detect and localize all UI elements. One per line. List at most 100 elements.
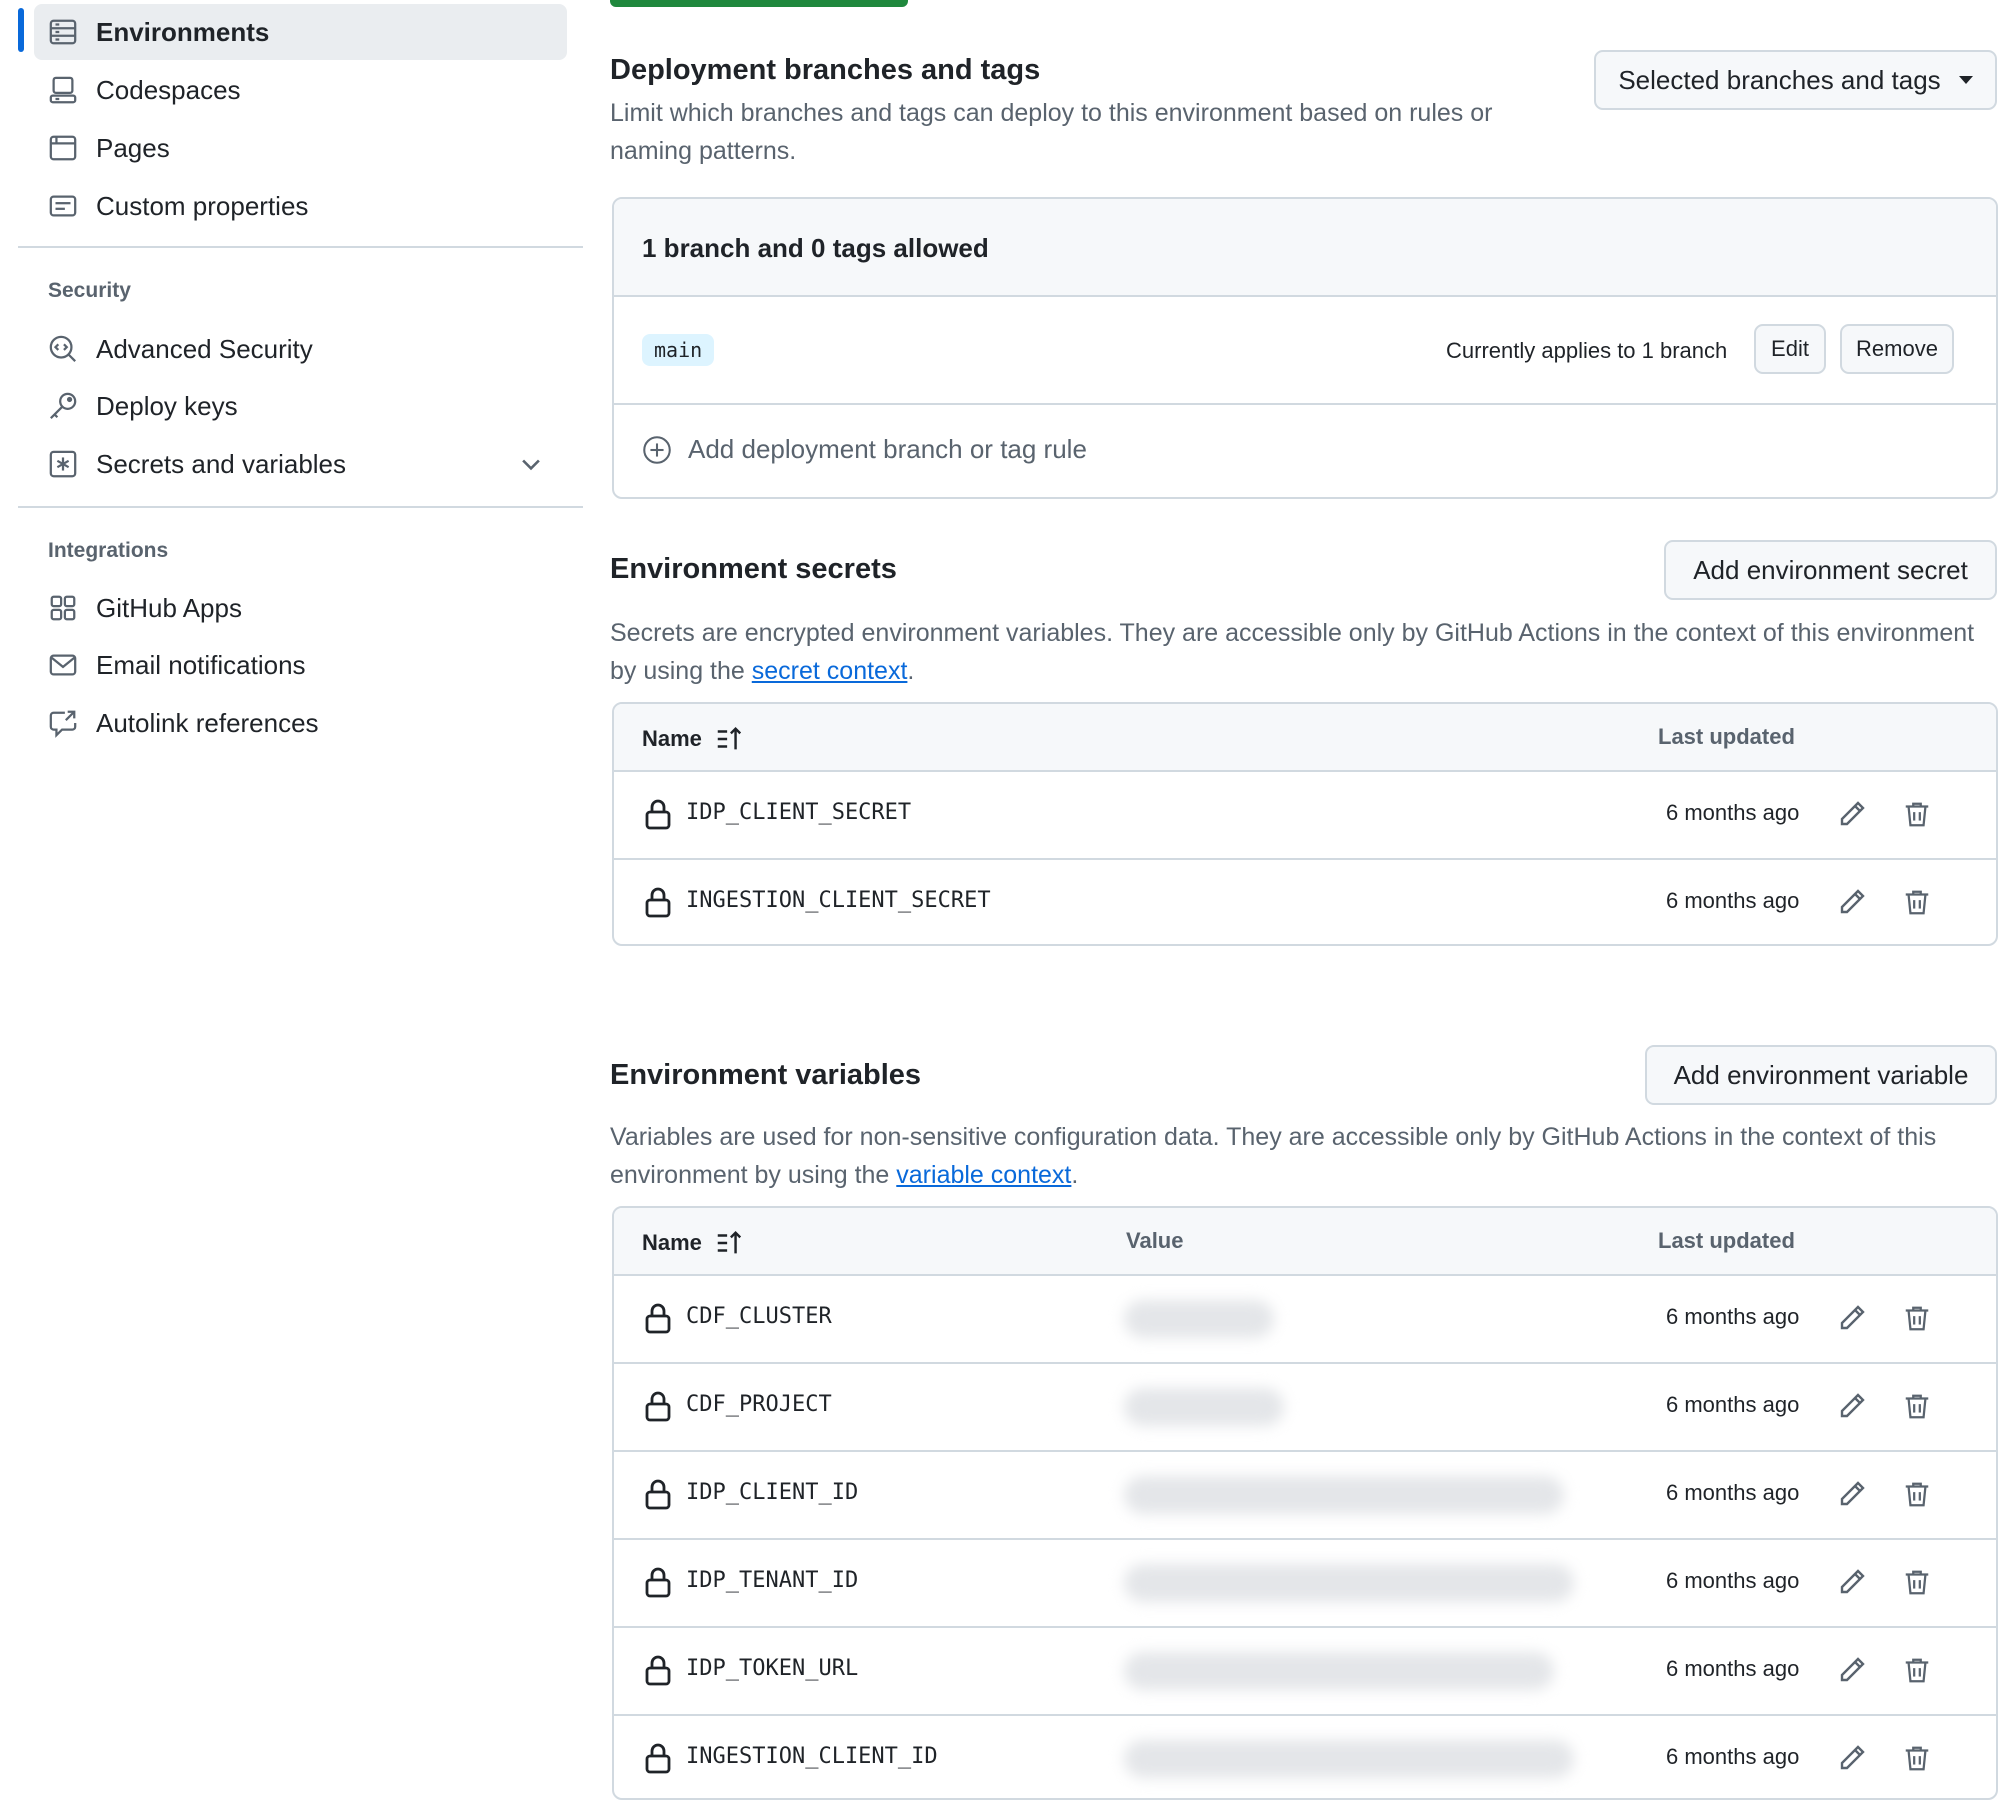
secret-name: INGESTION_CLIENT_SECRET	[686, 888, 991, 913]
lock-icon	[645, 1391, 671, 1422]
variable-name: IDP_TENANT_ID	[686, 1568, 859, 1593]
last-updated: 6 months ago	[1666, 888, 1800, 913]
sidebar-item-label: Custom properties	[96, 190, 309, 221]
trash-icon[interactable]	[1902, 1742, 1932, 1774]
rule-applies-text: Currently applies to 1 branch	[1446, 338, 1728, 363]
secrets-description-end: .	[907, 657, 915, 685]
name-column-label: Name	[642, 726, 702, 751]
branch-rules-count: 1 branch and 0 tags allowed	[642, 233, 989, 263]
last-updated: 6 months ago	[1666, 1304, 1800, 1329]
pencil-icon[interactable]	[1836, 1390, 1868, 1422]
last-updated-column-header: Last updated	[1658, 1228, 1795, 1253]
sidebar-item-autolink-references[interactable]: Autolink references	[34, 695, 567, 751]
redacted-value	[1124, 1476, 1564, 1514]
last-updated: 6 months ago	[1666, 1656, 1800, 1681]
add-environment-secret-button[interactable]: Add environment secret	[1664, 540, 1997, 600]
redacted-value	[1124, 1652, 1554, 1690]
table-row: CDF_PROJECT 6 months ago	[614, 1364, 1996, 1450]
sidebar-group-integrations-title: Integrations	[48, 539, 169, 562]
server-icon	[48, 17, 78, 47]
save-button-edge[interactable]	[610, 0, 908, 7]
pencil-icon[interactable]	[1836, 1302, 1868, 1334]
name-column-header[interactable]: Name	[642, 724, 744, 754]
name-column-label: Name	[642, 1230, 702, 1255]
trash-icon[interactable]	[1902, 1654, 1932, 1686]
variable-name: CDF_PROJECT	[686, 1392, 832, 1417]
sidebar-divider	[18, 246, 583, 248]
sort-asc-icon	[717, 726, 742, 750]
sidebar-item-github-apps[interactable]: GitHub Apps	[34, 580, 567, 636]
sidebar-item-environments[interactable]: Environments	[34, 4, 567, 60]
codespaces-icon	[48, 75, 78, 105]
sidebar-item-pages[interactable]: Pages	[34, 120, 567, 176]
redacted-value	[1124, 1740, 1574, 1778]
cross-reference-icon	[48, 708, 78, 738]
add-environment-variable-button[interactable]: Add environment variable	[1645, 1045, 1997, 1105]
key-asterisk-icon	[48, 449, 78, 479]
last-updated-column-header: Last updated	[1658, 724, 1795, 749]
lock-icon	[645, 1479, 671, 1510]
pencil-icon[interactable]	[1836, 886, 1868, 918]
codescan-icon	[48, 334, 78, 364]
sidebar-item-label: GitHub Apps	[96, 592, 242, 623]
name-column-header[interactable]: Name	[642, 1228, 744, 1258]
sidebar-item-codespaces[interactable]: Codespaces	[34, 62, 567, 118]
apps-icon	[48, 593, 78, 623]
environment-secrets-title: Environment secrets	[610, 553, 897, 585]
trash-icon[interactable]	[1902, 1390, 1932, 1422]
sidebar-item-label: Codespaces	[96, 74, 241, 105]
branch-rules-header: 1 branch and 0 tags allowed	[614, 199, 1996, 297]
trash-icon[interactable]	[1902, 1478, 1932, 1510]
table-row: INGESTION_CLIENT_SECRET 6 months ago	[614, 860, 1996, 944]
variable-context-link[interactable]: variable context	[896, 1161, 1071, 1189]
sidebar-item-advanced-security[interactable]: Advanced Security	[34, 321, 567, 377]
variables-description-end: .	[1071, 1161, 1079, 1189]
sidebar-item-label: Secrets and variables	[96, 448, 347, 479]
branch-name-pill: main	[642, 334, 715, 366]
lock-icon	[645, 1655, 671, 1686]
settings-sidebar: Environments Codespaces Pages Custom pro…	[0, 0, 585, 1808]
sidebar-item-deploy-keys[interactable]: Deploy keys	[34, 378, 567, 434]
lock-icon	[645, 1567, 671, 1598]
secrets-table: Name Last updated IDP_CLIENT_SECRET 6 mo…	[612, 702, 1998, 946]
chevron-down-icon[interactable]	[517, 450, 545, 478]
secrets-table-header: Name Last updated	[614, 704, 1996, 772]
pencil-icon[interactable]	[1836, 1654, 1868, 1686]
pencil-icon[interactable]	[1836, 1742, 1868, 1774]
sidebar-item-email-notifications[interactable]: Email notifications	[34, 637, 567, 693]
edit-rule-button[interactable]: Edit	[1754, 324, 1826, 374]
key-icon	[48, 391, 78, 421]
last-updated: 6 months ago	[1666, 1744, 1800, 1769]
deployment-branches-description: Limit which branches and tags can deploy…	[610, 99, 1493, 165]
sidebar-item-secrets-and-variables[interactable]: Secrets and variables	[34, 436, 567, 492]
redacted-value	[1124, 1300, 1274, 1338]
mail-icon	[48, 650, 78, 680]
branch-policy-selector[interactable]: Selected branches and tags	[1594, 50, 1997, 110]
last-updated: 6 months ago	[1666, 1480, 1800, 1505]
variables-table: Name Value Last updated CDF_CLUSTER 6 mo…	[612, 1206, 1998, 1800]
sidebar-item-label: Advanced Security	[96, 333, 313, 364]
trash-icon[interactable]	[1902, 1302, 1932, 1334]
pencil-icon[interactable]	[1836, 798, 1868, 830]
sidebar-item-label: Pages	[96, 132, 170, 163]
pencil-icon[interactable]	[1836, 1566, 1868, 1598]
table-row: IDP_TENANT_ID 6 months ago	[614, 1540, 1996, 1626]
last-updated: 6 months ago	[1666, 1568, 1800, 1593]
branch-policy-selector-label: Selected branches and tags	[1618, 64, 1941, 95]
add-deployment-rule-label: Add deployment branch or tag rule	[688, 434, 1087, 464]
note-icon	[48, 191, 78, 221]
add-deployment-rule-button[interactable]: Add deployment branch or tag rule	[642, 434, 1087, 465]
pencil-icon[interactable]	[1836, 1478, 1868, 1510]
secret-name: IDP_CLIENT_SECRET	[686, 800, 912, 825]
sidebar-item-custom-properties[interactable]: Custom properties	[34, 178, 567, 234]
environment-variables-title: Environment variables	[610, 1059, 922, 1091]
redacted-value	[1124, 1388, 1284, 1426]
lock-icon	[645, 1743, 671, 1774]
secret-context-link[interactable]: secret context	[752, 657, 908, 685]
remove-rule-button[interactable]: Remove	[1840, 324, 1954, 374]
sidebar-divider	[18, 506, 583, 508]
variable-name: INGESTION_CLIENT_ID	[686, 1744, 938, 1769]
trash-icon[interactable]	[1902, 1566, 1932, 1598]
trash-icon[interactable]	[1902, 886, 1932, 918]
trash-icon[interactable]	[1902, 798, 1932, 830]
